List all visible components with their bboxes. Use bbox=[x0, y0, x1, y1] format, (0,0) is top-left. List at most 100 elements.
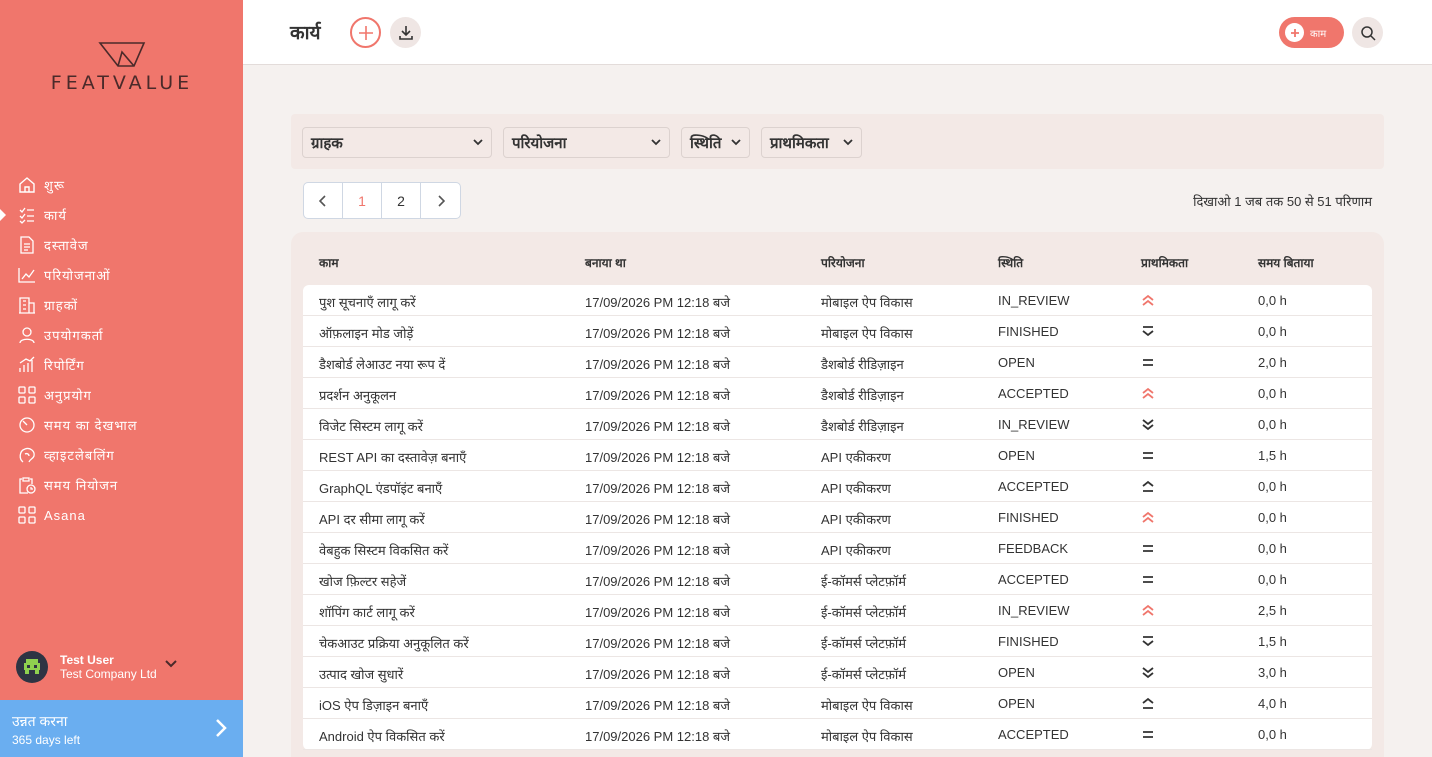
prev-page-button[interactable] bbox=[304, 183, 343, 218]
project-cell: API एकीकरण bbox=[821, 481, 891, 496]
created-date-cell: 17/09/2026 PM 12:18 बजे bbox=[585, 636, 730, 651]
task-name-cell: Android ऐप विकसित करें bbox=[319, 729, 445, 744]
table-row[interactable]: प्रदर्शन अनुकूलन 17/09/2026 PM 12:18 बजे ड… bbox=[303, 378, 1372, 409]
table-row[interactable]: विजेट सिस्टम लागू करें 17/09/2026 PM 12:1… bbox=[303, 409, 1372, 440]
sidebar-item-2[interactable]: दस्तावेज bbox=[0, 230, 243, 260]
building-icon bbox=[17, 295, 37, 315]
sidebar-item-label: दस्तावेज bbox=[44, 238, 89, 253]
sidebar-item-label: समय नियोजन bbox=[44, 478, 119, 493]
created-date-cell: 17/09/2026 PM 12:18 बजे bbox=[585, 357, 730, 372]
column-header-project[interactable]: परियोजना bbox=[821, 254, 865, 271]
new-task-button[interactable]: काम bbox=[1279, 17, 1344, 48]
status-filter[interactable]: स्थिति bbox=[681, 127, 750, 158]
download-button[interactable] bbox=[390, 17, 421, 48]
status-cell: OPEN bbox=[998, 355, 1035, 370]
column-header-priority[interactable]: प्राथमिकता bbox=[1141, 254, 1188, 271]
priority-filter[interactable]: प्राथमिकता bbox=[761, 127, 862, 158]
status-cell: ACCEPTED bbox=[998, 727, 1069, 742]
sidebar-item-0[interactable]: शुरू bbox=[0, 170, 243, 200]
time-spent-cell: 0,0 h bbox=[1258, 572, 1287, 587]
upgrade-title: उन्नत करना bbox=[12, 713, 68, 729]
time-spent-cell: 4,0 h bbox=[1258, 696, 1287, 711]
search-button[interactable] bbox=[1352, 17, 1383, 48]
page-button-1[interactable]: 1 bbox=[343, 183, 382, 218]
task-name-cell: वेबहुक सिस्टम विकसित करें bbox=[319, 543, 449, 558]
chart-icon bbox=[17, 355, 37, 375]
project-cell: मोबाइल ऐप विकास bbox=[821, 698, 913, 713]
sidebar-item-3[interactable]: परियोजनाओं bbox=[0, 260, 243, 290]
table-row[interactable]: GraphQL एंडपॉइंट बनाएँ 17/09/2026 PM 12:1… bbox=[303, 471, 1372, 502]
status-filter-label: स्थिति bbox=[690, 134, 722, 152]
sidebar-item-5[interactable]: उपयोगकर्ता bbox=[0, 320, 243, 350]
table-row[interactable]: चेकआउट प्रक्रिया अनुकूलित करें 17/09/2026… bbox=[303, 626, 1372, 657]
created-date-cell: 17/09/2026 PM 12:18 बजे bbox=[585, 481, 730, 496]
task-name-cell: उत्पाद खोज सुधारें bbox=[319, 667, 404, 682]
table-row[interactable]: खोज फ़िल्टर सहेजें 17/09/2026 PM 12:18 बज… bbox=[303, 564, 1372, 595]
sidebar-item-6[interactable]: रिपोर्टिंग bbox=[0, 350, 243, 380]
task-name-cell: प्रदर्शन अनुकूलन bbox=[319, 388, 397, 403]
table-row[interactable]: ऑफ़लाइन मोड जोड़ें 17/09/2026 PM 12:18 बज… bbox=[303, 316, 1372, 347]
sidebar-item-1[interactable]: कार्य bbox=[0, 200, 243, 230]
priority-medium-icon bbox=[1141, 448, 1155, 462]
table-row[interactable]: डैशबोर्ड लेआउट नया रूप दें 17/09/2026 PM … bbox=[303, 347, 1372, 378]
avatar-icon bbox=[24, 659, 40, 674]
sidebar-item-11[interactable]: Asana bbox=[0, 500, 243, 530]
upgrade-days-left: 365 days left bbox=[12, 733, 81, 747]
task-name-cell: शॉपिंग कार्ट लागू करें bbox=[319, 605, 415, 620]
table-row[interactable]: पुश सूचनाएँ लागू करें 17/09/2026 PM 12:18… bbox=[303, 285, 1372, 316]
table-row[interactable]: REST API का दस्तावेज़ बनाएँ 17/09/2026 PM… bbox=[303, 440, 1372, 471]
project-cell: API एकीकरण bbox=[821, 543, 891, 558]
logo-icon bbox=[98, 42, 146, 67]
status-cell: FEEDBACK bbox=[998, 541, 1069, 556]
priority-filter-label: प्राथमिकता bbox=[770, 134, 829, 152]
sidebar: FEATVALUE शुरू कार्य दस्तावेज परियोजनाओं ग्र… bbox=[0, 0, 243, 757]
time-spent-cell: 0,0 h bbox=[1258, 417, 1287, 432]
time-spent-cell: 0,0 h bbox=[1258, 293, 1287, 308]
sidebar-item-9[interactable]: व्हाइटलेबलिंग bbox=[0, 440, 243, 470]
customer-filter-label: ग्राहक bbox=[311, 134, 343, 152]
created-date-cell: 17/09/2026 PM 12:18 बजे bbox=[585, 512, 730, 527]
project-cell: ई-कॉमर्स प्लेटफ़ॉर्म bbox=[821, 636, 907, 651]
task-name-cell: डैशबोर्ड लेआउट नया रूप दें bbox=[319, 357, 446, 372]
column-header-time[interactable]: समय बिताया bbox=[1258, 254, 1314, 271]
tasks-table: काम बनाया था परियोजना स्थिति प्राथमिकता … bbox=[291, 232, 1384, 757]
created-date-cell: 17/09/2026 PM 12:18 बजे bbox=[585, 295, 730, 310]
sidebar-item-10[interactable]: समय नियोजन bbox=[0, 470, 243, 500]
status-cell: ACCEPTED bbox=[998, 386, 1069, 401]
column-header-status[interactable]: स्थिति bbox=[998, 254, 1023, 271]
table-row[interactable]: iOS ऐप डिज़ाइन बनाएँ 17/09/2026 PM 12:18 … bbox=[303, 688, 1372, 719]
add-task-button[interactable] bbox=[350, 17, 381, 48]
task-name-cell: GraphQL एंडपॉइंट बनाएँ bbox=[319, 481, 443, 496]
column-header-task[interactable]: काम bbox=[319, 254, 339, 271]
upgrade-banner[interactable]: उन्नत करना 365 days left bbox=[0, 700, 243, 757]
task-name-cell: पुश सूचनाएँ लागू करें bbox=[319, 295, 416, 310]
next-page-button[interactable] bbox=[421, 183, 460, 218]
project-filter[interactable]: परियोजना bbox=[503, 127, 670, 158]
table-row[interactable]: वेबहुक सिस्टम विकसित करें 17/09/2026 PM 1… bbox=[303, 533, 1372, 564]
created-date-cell: 17/09/2026 PM 12:18 बजे bbox=[585, 605, 730, 620]
clipboard-clock-icon bbox=[17, 475, 37, 495]
priority-low-icon bbox=[1141, 324, 1155, 338]
sidebar-item-4[interactable]: ग्राहकों bbox=[0, 290, 243, 320]
sidebar-item-7[interactable]: अनुप्रयोग bbox=[0, 380, 243, 410]
project-filter-label: परियोजना bbox=[512, 134, 567, 152]
column-header-created[interactable]: बनाया था bbox=[585, 254, 626, 271]
customer-filter[interactable]: ग्राहक bbox=[302, 127, 492, 158]
time-spent-cell: 0,0 h bbox=[1258, 386, 1287, 401]
priority-lowest-icon bbox=[1141, 417, 1155, 431]
user-menu[interactable]: Test User Test Company Ltd bbox=[16, 651, 177, 683]
chevron-down-icon[interactable] bbox=[165, 660, 177, 668]
table-row[interactable]: API दर सीमा लागू करें 17/09/2026 PM 12:18… bbox=[303, 502, 1372, 533]
priority-medium-icon bbox=[1141, 727, 1155, 741]
created-date-cell: 17/09/2026 PM 12:18 बजे bbox=[585, 574, 730, 589]
project-cell: मोबाइल ऐप विकास bbox=[821, 729, 913, 744]
priority-highest-icon bbox=[1141, 603, 1155, 617]
table-row[interactable]: शॉपिंग कार्ट लागू करें 17/09/2026 PM 12:1… bbox=[303, 595, 1372, 626]
chevron-right-icon bbox=[437, 194, 445, 207]
logo[interactable]: FEATVALUE bbox=[36, 40, 208, 94]
table-row[interactable]: उत्पाद खोज सुधारें 17/09/2026 PM 12:18 बज… bbox=[303, 657, 1372, 688]
table-row[interactable]: Android ऐप विकसित करें 17/09/2026 PM 12:1… bbox=[303, 719, 1372, 750]
page-button-2[interactable]: 2 bbox=[382, 183, 421, 218]
task-name-cell: REST API का दस्तावेज़ बनाएँ bbox=[319, 450, 467, 465]
sidebar-item-8[interactable]: समय का देखभाल bbox=[0, 410, 243, 440]
